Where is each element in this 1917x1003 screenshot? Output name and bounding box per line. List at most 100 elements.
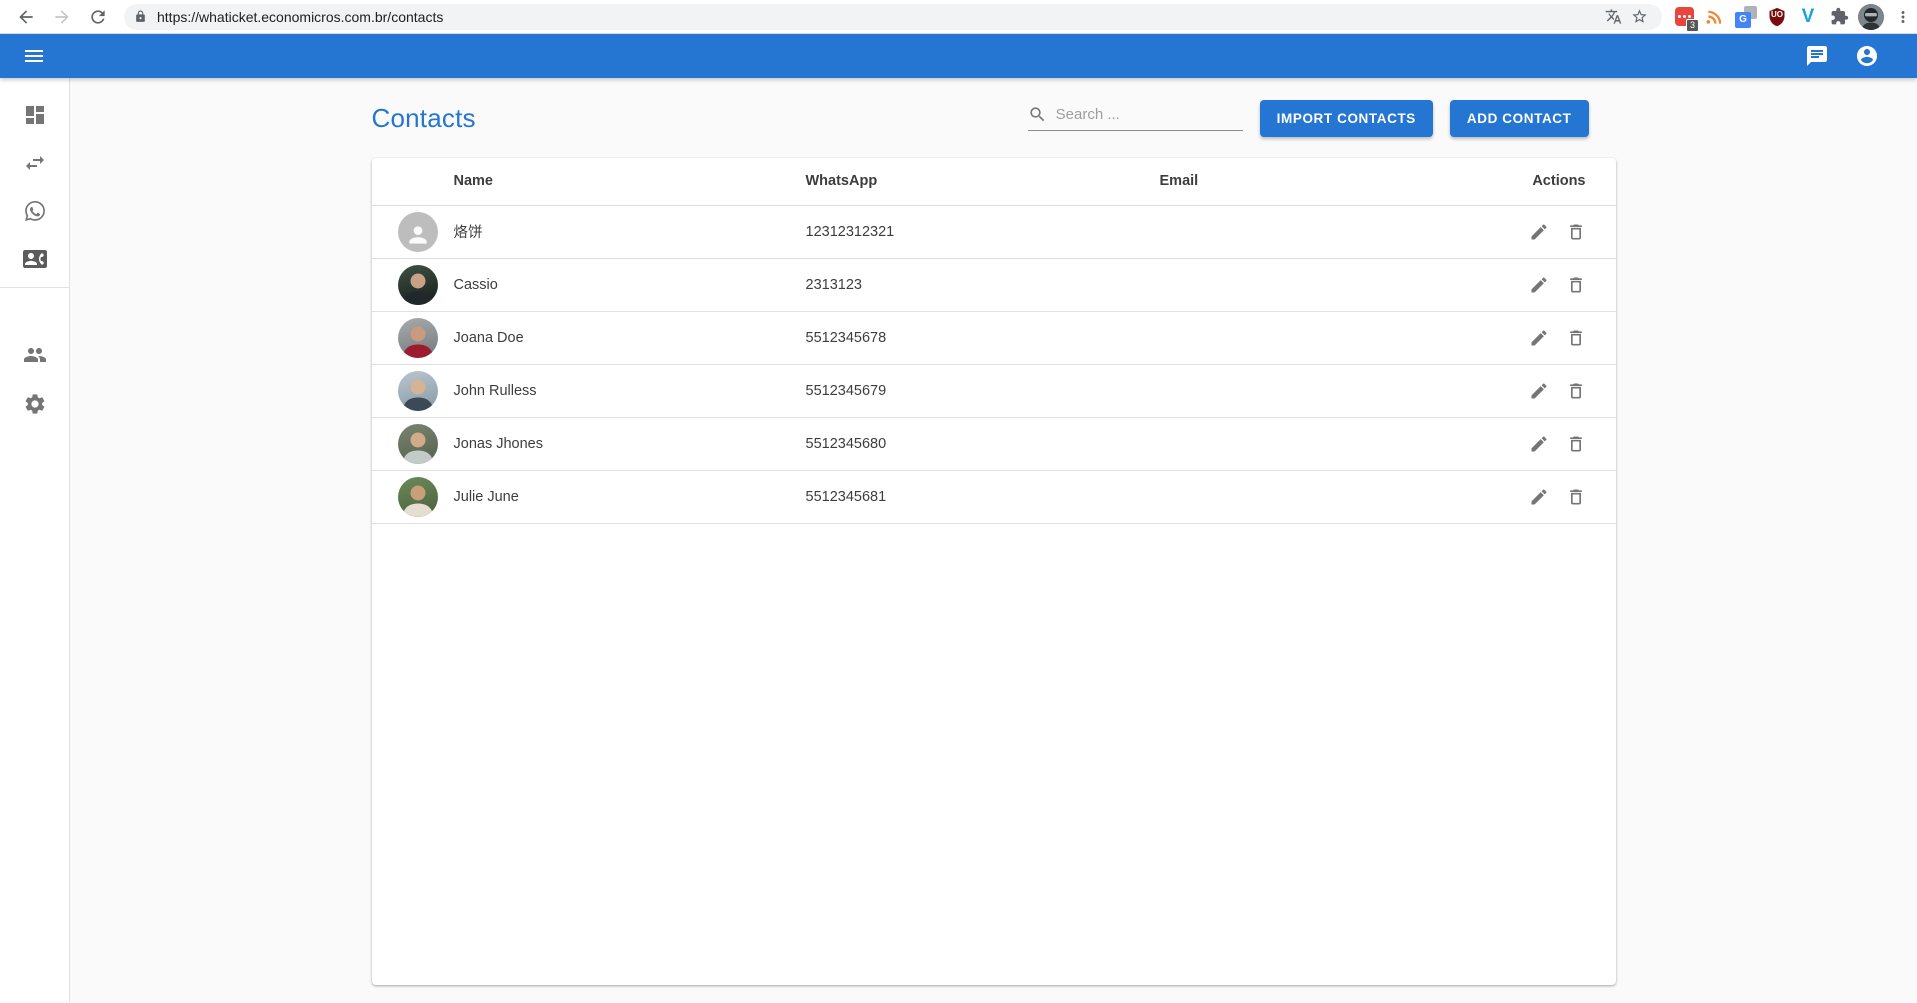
avatar-placeholder-icon: [405, 222, 431, 248]
contact-name: Cassio: [454, 258, 806, 311]
delete-trash-icon: [1566, 434, 1586, 454]
avatar: [398, 265, 438, 305]
col-whatsapp: WhatsApp: [806, 158, 1160, 205]
account-button[interactable]: [1847, 36, 1887, 76]
edit-pencil-icon: [1529, 275, 1549, 295]
main-content: Contacts IMPORT CONTACTS ADD CONTACT: [70, 78, 1917, 1002]
edit-pencil-icon: [1529, 487, 1549, 507]
ublock-origin-extension-icon[interactable]: UO: [1765, 5, 1789, 29]
contact-whatsapp: 5512345680: [806, 417, 1160, 470]
extension-badge: 3: [1686, 19, 1699, 32]
swap-horizontal-icon: [23, 151, 47, 175]
contact-email: [1160, 417, 1514, 470]
bookmark-star-icon[interactable]: [1626, 4, 1652, 30]
delete-trash-icon: [1566, 328, 1586, 348]
contact-name: 烙饼: [454, 205, 806, 258]
sidebar-divider: [0, 287, 69, 288]
browser-profile-avatar[interactable]: [1858, 4, 1884, 30]
chat-button[interactable]: [1797, 36, 1837, 76]
avatar-photo: [398, 318, 438, 358]
edit-pencil-icon: [1529, 222, 1549, 242]
translate-icon[interactable]: [1600, 4, 1626, 30]
edit-pencil-icon: [1529, 328, 1549, 348]
edit-pencil-icon: [1529, 434, 1549, 454]
import-contacts-button[interactable]: IMPORT CONTACTS: [1260, 100, 1433, 137]
delete-contact-button[interactable]: [1560, 375, 1592, 407]
contact-email: [1160, 258, 1514, 311]
extension-strip: 3 G UO V: [1672, 4, 1915, 30]
table-row: 烙饼 12312312321: [372, 205, 1616, 258]
avatar-photo: [398, 371, 438, 411]
sidebar-item-tickets[interactable]: [11, 187, 59, 235]
hamburger-icon: [22, 44, 46, 68]
col-avatar: [372, 158, 454, 205]
reload-icon: [88, 7, 108, 27]
contact-name: Jonas Jhones: [454, 417, 806, 470]
col-actions: Actions: [1514, 158, 1616, 205]
red-notifier-extension-icon[interactable]: 3: [1672, 5, 1696, 29]
contact-whatsapp: 5512345681: [806, 470, 1160, 523]
search-input[interactable]: [1056, 106, 1243, 123]
lock-icon: [134, 10, 147, 23]
delete-contact-button[interactable]: [1560, 481, 1592, 513]
people-icon: [23, 343, 47, 367]
sidebar-item-settings[interactable]: [11, 380, 59, 428]
contacts-table-body: 烙饼 12312312321 Cassio 23131: [372, 205, 1616, 523]
contact-card-icon: [23, 247, 47, 271]
table-row: John Rulless 5512345679: [372, 364, 1616, 417]
delete-trash-icon: [1566, 487, 1586, 507]
sidebar-item-connections[interactable]: [11, 139, 59, 187]
menu-button[interactable]: [14, 36, 54, 76]
avatar: [398, 477, 438, 517]
vimeo-extension-icon[interactable]: V: [1796, 5, 1820, 29]
contact-whatsapp: 5512345678: [806, 311, 1160, 364]
search-box: [1028, 105, 1243, 131]
dashboard-icon: [23, 103, 47, 127]
delete-contact-button[interactable]: [1560, 322, 1592, 354]
edit-pencil-icon: [1529, 381, 1549, 401]
table-header-row: Name WhatsApp Email Actions: [372, 158, 1616, 205]
google-translate-extension-icon[interactable]: G: [1734, 5, 1758, 29]
browser-toolbar: https://whaticket.economicros.com.br/con…: [0, 0, 1917, 34]
rss-feed-extension-icon[interactable]: [1703, 5, 1727, 29]
avatar: [398, 424, 438, 464]
address-bar[interactable]: https://whaticket.economicros.com.br/con…: [124, 4, 1662, 30]
forward-button[interactable]: [48, 3, 76, 31]
sidebar-item-contacts[interactable]: [11, 235, 59, 283]
edit-contact-button[interactable]: [1523, 322, 1555, 354]
contact-whatsapp: 12312312321: [806, 205, 1160, 258]
sidebar: [0, 78, 70, 1002]
edit-contact-button[interactable]: [1523, 428, 1555, 460]
edit-contact-button[interactable]: [1523, 216, 1555, 248]
delete-trash-icon: [1566, 275, 1586, 295]
table-row: Joana Doe 5512345678: [372, 311, 1616, 364]
edit-contact-button[interactable]: [1523, 269, 1555, 301]
browser-menu-button[interactable]: [1891, 5, 1915, 29]
delete-contact-button[interactable]: [1560, 216, 1592, 248]
edit-contact-button[interactable]: [1523, 375, 1555, 407]
extensions-puzzle-icon[interactable]: [1827, 5, 1851, 29]
sidebar-item-users[interactable]: [11, 331, 59, 379]
contact-whatsapp: 5512345679: [806, 364, 1160, 417]
contact-email: [1160, 311, 1514, 364]
avatar: [398, 318, 438, 358]
avatar-photo: [398, 265, 438, 305]
sidebar-item-dashboard[interactable]: [11, 91, 59, 139]
url-text: https://whaticket.economicros.com.br/con…: [157, 9, 1600, 25]
search-icon: [1028, 105, 1047, 124]
contact-name: John Rulless: [454, 364, 806, 417]
delete-contact-button[interactable]: [1560, 428, 1592, 460]
avatar: [398, 212, 438, 252]
contact-email: [1160, 364, 1514, 417]
contact-whatsapp: 2313123: [806, 258, 1160, 311]
whatsapp-icon: [23, 199, 47, 223]
edit-contact-button[interactable]: [1523, 481, 1555, 513]
back-button[interactable]: [12, 3, 40, 31]
contact-email: [1160, 470, 1514, 523]
delete-contact-button[interactable]: [1560, 269, 1592, 301]
contact-name: Julie June: [454, 470, 806, 523]
reload-button[interactable]: [84, 3, 112, 31]
appbar: [0, 34, 1917, 78]
table-row: Jonas Jhones 5512345680: [372, 417, 1616, 470]
add-contact-button[interactable]: ADD CONTACT: [1450, 100, 1589, 137]
